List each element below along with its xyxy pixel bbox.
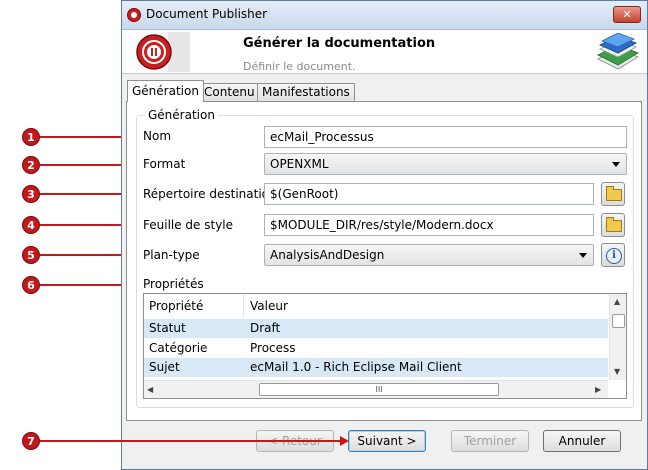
feuille-label: Feuille de style: [143, 218, 234, 232]
wizard-header: Générer la documentation Définir le docu…: [122, 30, 647, 74]
nom-label: Nom: [143, 129, 172, 143]
format-select[interactable]: OPENXML: [264, 153, 627, 175]
callout-badge-3: 3: [22, 185, 40, 203]
tab-contenu[interactable]: Contenu: [199, 83, 260, 101]
nom-field[interactable]: ecMail_Processus: [264, 126, 627, 148]
scroll-down-icon[interactable]: ▼: [614, 367, 620, 376]
publisher-logo-icon: [136, 32, 190, 72]
horizontal-scrollbar[interactable]: ◀ III ▶: [144, 380, 608, 398]
window-title: Document Publisher: [146, 7, 268, 21]
repertoire-label: Répertoire destination: [143, 187, 277, 201]
callout-arrow-7: [40, 440, 340, 442]
format-label: Format: [143, 157, 186, 171]
cancel-button[interactable]: Annuler: [543, 430, 621, 452]
scroll-left-icon[interactable]: ◀: [147, 385, 153, 394]
scroll-up-icon[interactable]: ▲: [614, 297, 620, 306]
finish-button[interactable]: Terminer: [451, 430, 529, 452]
plan-info-button[interactable]: i: [601, 243, 625, 267]
chevron-down-icon: [579, 253, 587, 258]
callout-badge-2: 2: [22, 156, 40, 174]
scroll-right-icon[interactable]: ▶: [595, 385, 601, 394]
table-row[interactable]: Statut Draft: [144, 319, 608, 338]
callout-badge-7: 7: [22, 432, 40, 450]
callout-badge-5: 5: [22, 246, 40, 264]
properties-table: Propriété Valeur Statut Draft Catégorie …: [143, 293, 627, 399]
folder-icon: [606, 217, 622, 232]
generation-group-legend: Génération: [148, 108, 215, 122]
next-button[interactable]: Suivant >: [348, 430, 426, 452]
column-header-valeur[interactable]: Valeur: [245, 294, 608, 318]
title-bar[interactable]: Document Publisher ✕: [122, 1, 647, 30]
chevron-down-icon: [612, 162, 620, 167]
row-property: Catégorie: [149, 341, 208, 355]
header-subtitle: Définir le document.: [243, 60, 356, 73]
callout-badge-1: 1: [22, 128, 40, 146]
feuille-field[interactable]: $MODULE_DIR/res/style/Modern.docx: [264, 214, 594, 236]
close-button[interactable]: ✕: [613, 6, 641, 23]
table-row[interactable]: Catégorie Process: [144, 339, 608, 358]
app-logo-icon: [127, 8, 141, 22]
plan-label: Plan-type: [143, 248, 200, 262]
tab-generation[interactable]: Génération: [127, 80, 204, 102]
vertical-scroll-thumb[interactable]: [612, 314, 625, 328]
horizontal-scroll-thumb[interactable]: III: [259, 383, 499, 396]
row-value: Draft: [250, 321, 281, 335]
column-header-propriete[interactable]: Propriété: [144, 294, 244, 318]
plan-select-value: AnalysisAndDesign: [270, 248, 385, 262]
format-select-value: OPENXML: [270, 157, 329, 171]
info-icon: i: [606, 248, 622, 264]
table-row[interactable]: Sujet ecMail 1.0 - Rich Eclipse Mail Cli…: [144, 358, 608, 377]
repertoire-field[interactable]: $(GenRoot): [264, 183, 594, 205]
row-property: Statut: [149, 321, 186, 335]
row-value: ecMail 1.0 - Rich Eclipse Mail Client: [250, 360, 462, 374]
callout-arrowhead-7: [340, 436, 349, 446]
callout-badge-6: 6: [22, 276, 40, 294]
folder-icon: [606, 186, 622, 201]
header-title: Générer la documentation: [243, 36, 436, 51]
tab-manifestations[interactable]: Manifestations: [257, 83, 355, 101]
books-icon: [597, 33, 639, 70]
row-value: Process: [250, 341, 296, 355]
proprietes-label: Propriétés: [143, 277, 204, 291]
browse-repertoire-button[interactable]: [601, 182, 625, 206]
callout-badge-4: 4: [22, 216, 40, 234]
browse-feuille-button[interactable]: [601, 213, 625, 237]
vertical-scrollbar[interactable]: ▲ ▼: [609, 294, 626, 380]
row-property: Sujet: [149, 360, 180, 374]
plan-select[interactable]: AnalysisAndDesign: [264, 244, 594, 266]
